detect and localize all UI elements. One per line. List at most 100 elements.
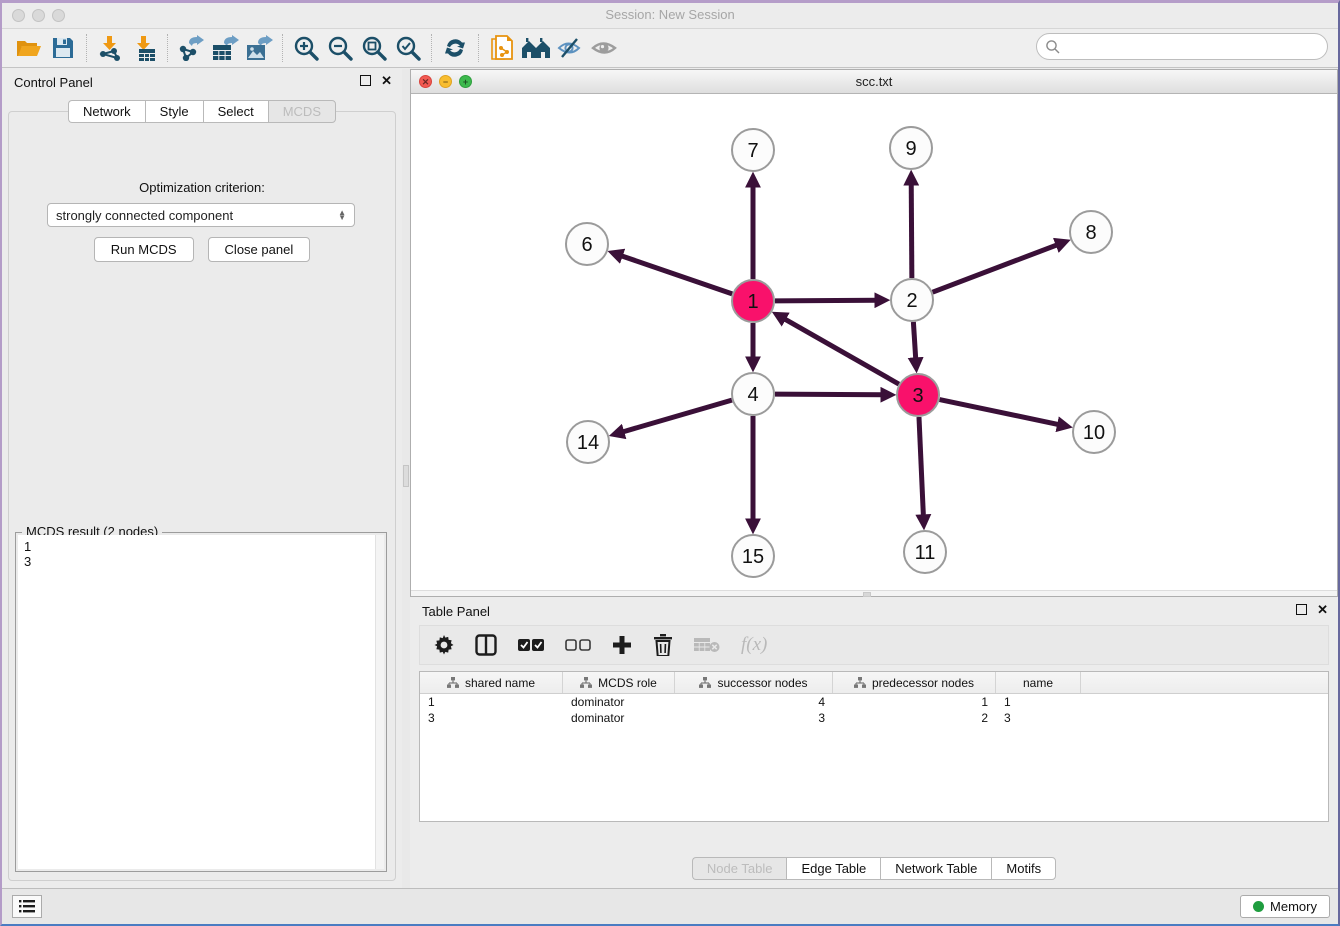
cell-successor-nodes[interactable]: 3 [675, 710, 833, 726]
import-network-icon[interactable] [93, 33, 127, 63]
table-header-row: shared name MCDS role successor nodes pr… [420, 672, 1328, 694]
close-panel-button[interactable]: Close panel [208, 237, 311, 262]
hide-selected-icon[interactable] [553, 33, 587, 63]
close-panel-icon[interactable]: ✕ [381, 75, 392, 86]
graph-edge-3-11[interactable] [919, 417, 923, 517]
main-toolbar [2, 28, 1338, 68]
function-builder-icon: f(x) [741, 634, 767, 656]
main-titlebar: Session: New Session [2, 3, 1338, 28]
cell-predecessor-nodes[interactable]: 2 [833, 710, 996, 726]
clone-network-icon[interactable] [485, 33, 519, 63]
zoom-selected-icon[interactable] [391, 33, 425, 63]
optimization-criterion-select[interactable]: strongly connected component ▲▼ [47, 203, 355, 227]
tab-network-table[interactable]: Network Table [880, 857, 991, 880]
graph-node-label-10: 10 [1083, 422, 1105, 444]
mcds-result-text[interactable]: 1 3 [18, 535, 384, 869]
application-window: Session: New Session [0, 0, 1340, 926]
column-header-name[interactable]: name [996, 672, 1081, 693]
column-header-mcds-role[interactable]: MCDS role [563, 672, 675, 693]
column-header-shared-name[interactable]: shared name [420, 672, 563, 693]
graph-edge-3-1[interactable] [783, 318, 898, 384]
column-edit-icon [699, 677, 711, 688]
graph-edge-4-14[interactable] [622, 400, 732, 432]
graph-edge-2-9[interactable] [911, 183, 912, 278]
first-neighbors-icon[interactable] [519, 33, 553, 63]
splitter-handle[interactable] [403, 465, 409, 487]
network-graph[interactable]: 1234678910111415 [411, 94, 1337, 590]
result-scrollbar[interactable] [375, 535, 384, 869]
add-column-icon[interactable] [612, 633, 632, 657]
column-header-predecessor-nodes[interactable]: predecessor nodes [833, 672, 996, 693]
graph-edge-1-6[interactable] [620, 255, 732, 293]
table-panel-header: Table Panel ✕ [410, 599, 1338, 623]
zoom-in-icon[interactable] [289, 33, 323, 63]
float-table-panel-icon[interactable] [1296, 604, 1307, 615]
table-row[interactable]: 3 dominator 3 2 3 [420, 710, 1328, 726]
tab-node-table[interactable]: Node Table [692, 857, 787, 880]
cell-mcds-role[interactable]: dominator [563, 694, 675, 710]
table-panel-title: Table Panel [422, 604, 490, 619]
table-toolbar: f(x) [419, 625, 1329, 665]
refresh-icon[interactable] [438, 33, 472, 63]
cell-shared-name[interactable]: 3 [420, 710, 563, 726]
cell-successor-nodes[interactable]: 4 [675, 694, 833, 710]
column-edit-icon [447, 677, 459, 688]
column-label: MCDS role [598, 676, 657, 690]
export-table-icon[interactable] [208, 33, 242, 63]
graph-edge-1-2[interactable] [775, 300, 877, 301]
tab-select[interactable]: Select [203, 100, 268, 123]
column-label: name [1023, 676, 1053, 690]
cell-shared-name[interactable]: 1 [420, 694, 563, 710]
open-session-icon[interactable] [12, 33, 46, 63]
graph-edge-2-3[interactable] [913, 322, 915, 360]
session-title: Session: New Session [2, 7, 1338, 22]
column-label: shared name [465, 676, 535, 690]
run-mcds-button[interactable]: Run MCDS [94, 237, 194, 262]
mcds-panel-body: Optimization criterion: strongly connect… [8, 111, 396, 881]
export-image-icon[interactable] [242, 33, 276, 63]
memory-label: Memory [1270, 899, 1317, 914]
vertical-splitter[interactable] [402, 69, 410, 888]
search-box[interactable] [1036, 33, 1328, 60]
float-panel-icon[interactable] [360, 75, 371, 86]
tab-edge-table[interactable]: Edge Table [786, 857, 880, 880]
tab-style[interactable]: Style [145, 100, 203, 123]
export-network-icon[interactable] [174, 33, 208, 63]
save-session-icon[interactable] [46, 33, 80, 63]
tab-mcds[interactable]: MCDS [268, 100, 336, 123]
select-all-columns-icon[interactable] [518, 633, 544, 657]
delete-column-icon[interactable] [653, 633, 673, 657]
graph-edge-4-3[interactable] [775, 394, 883, 395]
import-table-icon[interactable] [127, 33, 161, 63]
graph-node-label-9: 9 [905, 138, 916, 160]
show-columns-icon[interactable] [475, 633, 497, 657]
tab-network[interactable]: Network [68, 100, 145, 123]
dropdown-chevrons-icon: ▲▼ [338, 210, 346, 220]
search-input[interactable] [1061, 37, 1327, 57]
table-row[interactable]: 1 dominator 4 1 1 [420, 694, 1328, 710]
cell-predecessor-nodes[interactable]: 1 [833, 694, 996, 710]
graph-node-label-3: 3 [912, 385, 923, 407]
control-panel-tabs: Network Style Select MCDS [2, 100, 402, 123]
cell-name[interactable]: 3 [996, 710, 1081, 726]
graph-edge-3-10[interactable] [940, 400, 1060, 425]
table-panel: Table Panel ✕ [410, 597, 1338, 888]
column-header-successor-nodes[interactable]: successor nodes [675, 672, 833, 693]
cell-mcds-role[interactable]: dominator [563, 710, 675, 726]
graph-edge-2-8[interactable] [933, 244, 1059, 292]
task-history-button[interactable] [12, 895, 42, 918]
show-all-icon[interactable] [587, 33, 621, 63]
zoom-fit-icon[interactable] [357, 33, 391, 63]
node-table[interactable]: shared name MCDS role successor nodes pr… [419, 671, 1329, 822]
network-window-titlebar[interactable]: ✕ − + scc.txt [411, 70, 1337, 94]
memory-button[interactable]: Memory [1240, 895, 1330, 918]
toolbar-separator [478, 34, 479, 62]
zoom-out-icon[interactable] [323, 33, 357, 63]
unselect-all-columns-icon[interactable] [565, 633, 591, 657]
tab-motifs[interactable]: Motifs [991, 857, 1056, 880]
network-canvas[interactable]: 1234678910111415 [411, 94, 1337, 590]
close-table-panel-icon[interactable]: ✕ [1317, 604, 1328, 615]
cell-name[interactable]: 1 [996, 694, 1081, 710]
control-panel: Control Panel ✕ Network Style Select MCD… [2, 69, 402, 883]
table-options-gear-icon[interactable] [434, 633, 454, 657]
